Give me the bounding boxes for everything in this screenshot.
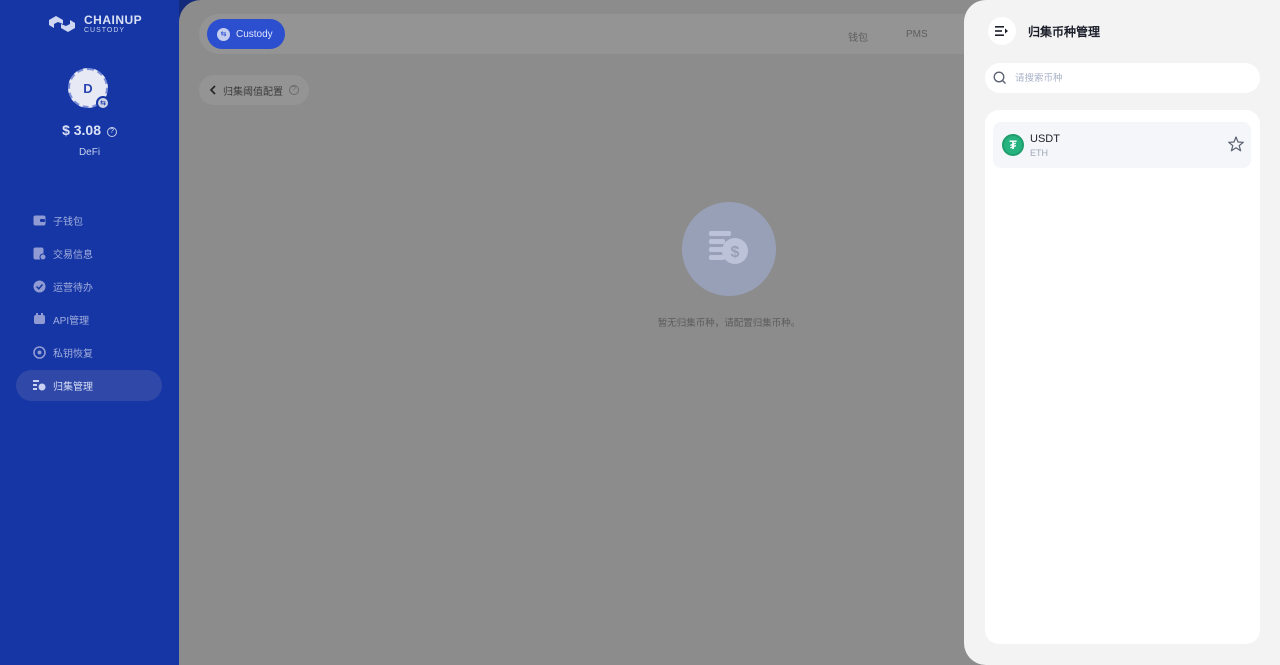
sidebar: CHAINUP CUSTODY D ⇆ $ 3.08 ? DeFi 子钱包 交易… <box>0 0 179 665</box>
top-link-pms[interactable]: PMS <box>906 29 928 40</box>
back-button[interactable]: 归集阈值配置 ? <box>199 75 309 105</box>
help-icon[interactable]: ? <box>106 127 117 137</box>
drawer-header: 归集币种管理 <box>988 17 1100 45</box>
key-restore-icon <box>32 346 46 360</box>
search-input[interactable] <box>1015 72 1235 84</box>
coin-management-drawer: 归集币种管理 ₮ USDT ETH <box>964 0 1280 665</box>
collapse-drawer-button[interactable] <box>988 17 1016 45</box>
custody-icon: ⇆ <box>217 27 230 41</box>
sidebar-item-api[interactable]: API管理 <box>16 304 162 335</box>
sidebar-item-label: 私钥恢复 <box>53 349 93 360</box>
sidebar-item-label: 运营待办 <box>53 283 93 294</box>
switch-account-icon[interactable]: ⇆ <box>96 96 110 110</box>
balance-value: $ 3.08 <box>62 122 102 138</box>
drawer-title: 归集币种管理 <box>1028 24 1101 39</box>
account-name: DeFi <box>78 147 101 158</box>
sidebar-nav: 子钱包 交易信息 运营待办 API管理 私钥恢复 归集管理 <box>16 205 162 403</box>
account-balance: $ 3.08 ? <box>0 122 179 138</box>
coin-list: ₮ USDT ETH <box>985 110 1260 644</box>
sidebar-item-label: 子钱包 <box>53 217 83 228</box>
sidebar-item-label: 归集管理 <box>53 382 93 393</box>
coin-chain: ETH <box>1030 147 1048 158</box>
transaction-icon <box>32 247 46 261</box>
brand-logo[interactable]: CHAINUP CUSTODY <box>46 12 166 36</box>
empty-state-icon: $ <box>682 202 776 296</box>
api-icon <box>32 313 46 327</box>
chainup-logo-icon <box>49 16 75 32</box>
sidebar-item-label: API管理 <box>53 316 90 327</box>
tether-icon: ₮ <box>1002 134 1024 156</box>
page-title: 归集阈值配置 <box>223 86 283 98</box>
help-icon[interactable]: ? <box>289 85 299 95</box>
sidebar-item-label: 交易信息 <box>53 250 93 261</box>
search-icon <box>993 71 1006 84</box>
app-root: CHAINUP CUSTODY D ⇆ $ 3.08 ? DeFi 子钱包 交易… <box>0 0 1280 665</box>
top-link-wallet[interactable]: 钱包 <box>848 29 868 44</box>
custody-switch-button[interactable]: ⇆ Custody <box>207 19 285 49</box>
brand-text: CHAINUP CUSTODY <box>84 14 142 34</box>
avatar[interactable]: D ⇆ <box>68 68 110 110</box>
sidebar-item-collection[interactable]: 归集管理 <box>16 370 162 401</box>
coin-info: USDT ETH <box>1030 133 1060 158</box>
list-item[interactable]: ₮ USDT ETH <box>993 122 1251 168</box>
sidebar-item-key-recovery[interactable]: 私钥恢复 <box>16 337 162 368</box>
sidebar-item-sub-wallet[interactable]: 子钱包 <box>16 205 162 236</box>
check-circle-icon <box>32 280 46 294</box>
collection-icon <box>32 379 46 393</box>
coin-symbol: USDT <box>1030 132 1060 145</box>
svg-text:$: $ <box>731 244 740 261</box>
collapse-menu-icon <box>995 26 1008 36</box>
avatar-letter: D <box>83 80 93 96</box>
wallet-icon <box>32 214 46 228</box>
brand-sub: CUSTODY <box>84 27 126 34</box>
coin-search <box>985 63 1260 93</box>
star-icon[interactable] <box>1227 135 1245 153</box>
brand-name: CHAINUP <box>84 13 143 27</box>
custody-label: Custody <box>236 28 273 40</box>
sidebar-item-transactions[interactable]: 交易信息 <box>16 238 162 269</box>
empty-state-text: 暂无归集币种，请配置归集币种。 <box>657 318 801 329</box>
chevron-left-icon <box>209 85 216 95</box>
sidebar-item-operations[interactable]: 运营待办 <box>16 271 162 302</box>
